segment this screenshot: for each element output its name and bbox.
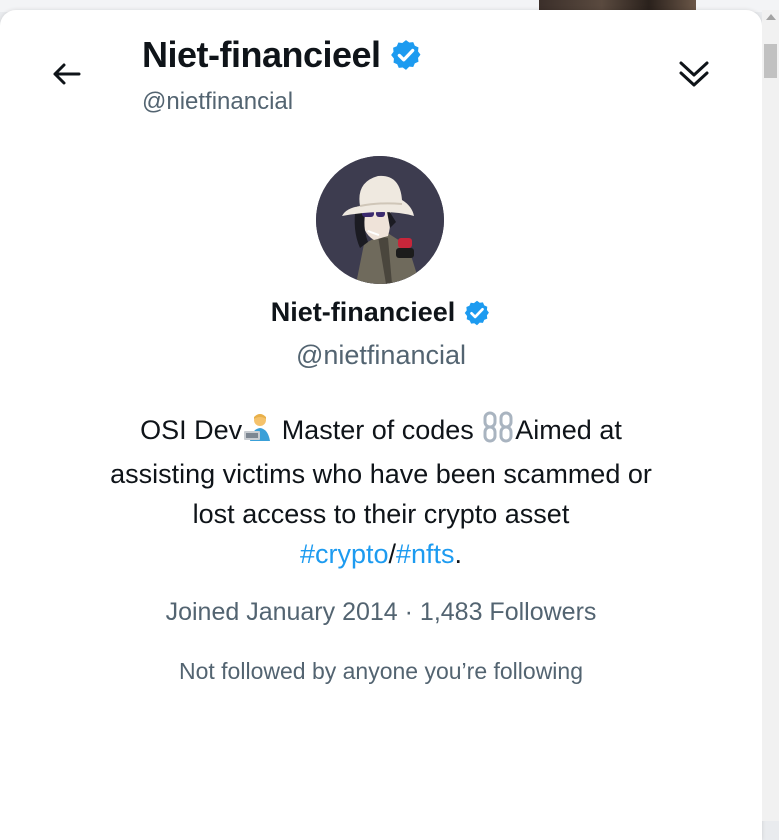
header-handle: @nietfinancial [142,88,294,115]
meta-separator: · [397,598,420,626]
bio-text: OSI Dev [140,415,243,445]
bio-line-4: #crypto/#nfts. [40,534,722,574]
bio-line-3: lost access to their crypto asset [192,499,570,529]
technologist-emoji-icon [242,411,274,454]
bio-text: Aimed at [515,415,622,445]
profile-display-name: Niet-financieel [0,297,762,328]
profile-bio: OSI Dev Master of codes Aimed at assisti… [40,410,722,574]
joined-date: Joined January 2014 [165,598,398,626]
double-chevron-down-icon [679,61,709,87]
avatar[interactable] [316,156,444,284]
chain-emoji-icon [481,411,515,454]
background-photo [539,0,696,10]
bio-line-1: OSI Dev Master of codes Aimed at [40,410,722,454]
scroll-up-arrow-icon[interactable] [766,14,776,20]
header-name-text: Niet-financieel [142,34,381,75]
profile-meta: Joined January 2014 · 1,483 Followers [0,598,762,627]
avatar-illustration [316,156,444,284]
hashtag-nfts-link[interactable]: #nfts [396,539,455,569]
scrollbar-thumb[interactable] [764,44,777,78]
header-display-name: Niet-financieel [142,34,423,76]
verified-badge-icon [390,40,421,70]
collapse-button[interactable] [672,54,716,94]
scrollbar[interactable] [762,10,779,821]
followers-count[interactable]: 1,483 Followers [420,598,596,626]
verified-badge-icon [465,300,490,325]
profile-name-text: Niet-financieel [270,297,456,327]
back-button[interactable] [44,54,88,94]
followed-by-text: Not followed by anyone you’re following [178,658,584,684]
profile-card: Niet-financieel @nietfinancial Niet-fina… [0,10,762,840]
profile-handle: @nietfinancial [295,340,466,370]
bio-text: Master of codes [274,415,482,445]
arrow-left-icon [53,63,81,85]
bio-period: . [454,539,463,569]
bio-line-2: assisting victims who have been scammed … [110,459,652,489]
bio-separator: / [388,539,396,569]
hashtag-crypto-link[interactable]: #crypto [300,539,389,569]
